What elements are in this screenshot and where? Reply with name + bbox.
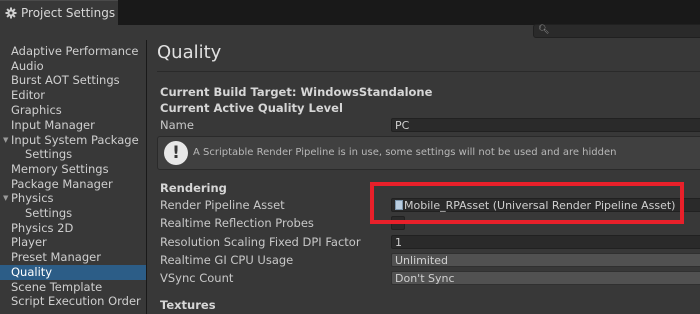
realtime-reflection-probes-label: Realtime Reflection Probes xyxy=(160,216,314,230)
sidebar-item-adaptive-performance[interactable]: Adaptive Performance xyxy=(0,44,146,59)
rendering-section-header: Rendering xyxy=(160,181,227,195)
chevron-down-icon[interactable]: ▼ xyxy=(3,133,8,148)
highlight-box xyxy=(370,182,684,224)
name-label: Name xyxy=(160,118,194,132)
sidebar-item-quality[interactable]: Quality xyxy=(0,265,146,280)
resolution-scaling-label: Resolution Scaling Fixed DPI Factor xyxy=(160,235,361,249)
title-separator xyxy=(157,71,700,72)
vsync-count-label: VSync Count xyxy=(160,271,234,285)
info-exclamation-icon: ! xyxy=(164,141,188,165)
search-input[interactable]: 🔍︎ xyxy=(533,24,700,38)
settings-panel: Quality Current Build Target: WindowsSta… xyxy=(147,40,700,314)
search-icon: 🔍︎ xyxy=(538,25,550,35)
name-field[interactable]: PC xyxy=(391,118,700,132)
sidebar-item-memory-settings[interactable]: Memory Settings xyxy=(0,162,146,177)
sidebar-item-physics-2d[interactable]: Physics 2D xyxy=(0,221,146,236)
render-pipeline-asset-label: Render Pipeline Asset xyxy=(160,198,285,212)
sidebar-item-input-system-package[interactable]: ▼ Input System Package xyxy=(0,133,146,148)
info-message-text: A Scriptable Render Pipeline is in use, … xyxy=(193,147,617,158)
sidebar-item-physics-settings[interactable]: Settings xyxy=(0,206,146,221)
project-settings-tab[interactable]: Project Settings xyxy=(0,0,118,25)
page-title: Quality xyxy=(157,42,222,63)
realtime-gi-cpu-usage-label: Realtime GI CPU Usage xyxy=(160,253,294,267)
sidebar-item-burst-aot-settings[interactable]: Burst AOT Settings xyxy=(0,73,146,88)
sidebar-item-input-manager[interactable]: Input Manager xyxy=(0,118,146,133)
vsync-count-dropdown[interactable]: Don't Sync xyxy=(391,271,700,285)
settings-sidebar: Adaptive Performance Audio Burst AOT Set… xyxy=(0,40,146,314)
sidebar-item-input-system-settings[interactable]: Settings xyxy=(0,147,146,162)
sidebar-item-package-manager[interactable]: Package Manager xyxy=(0,177,146,192)
gear-icon xyxy=(5,7,17,19)
sidebar-item-audio[interactable]: Audio xyxy=(0,59,146,74)
sidebar-item-editor[interactable]: Editor xyxy=(0,88,146,103)
tab-title: Project Settings xyxy=(21,6,116,20)
chevron-down-icon[interactable]: ▼ xyxy=(3,191,8,206)
build-target-label: Current Build Target: WindowsStandalone xyxy=(160,85,433,99)
sidebar-item-preset-manager[interactable]: Preset Manager xyxy=(0,250,146,265)
sidebar-item-player[interactable]: Player xyxy=(0,235,146,250)
sidebar-item-label: Input System Package xyxy=(11,133,139,147)
sidebar-item-script-execution-order[interactable]: Script Execution Order xyxy=(0,294,146,309)
resolution-scaling-field[interactable]: 1 xyxy=(391,235,700,249)
info-message-box: ! A Scriptable Render Pipeline is in use… xyxy=(157,136,700,170)
sidebar-item-scene-template[interactable]: Scene Template xyxy=(0,280,146,295)
active-quality-level-label: Current Active Quality Level xyxy=(160,101,343,115)
sidebar-item-physics[interactable]: ▼ Physics xyxy=(0,191,146,206)
textures-section-header: Textures xyxy=(160,298,216,312)
realtime-gi-cpu-usage-dropdown[interactable]: Unlimited xyxy=(391,253,700,267)
sidebar-item-graphics[interactable]: Graphics xyxy=(0,103,146,118)
sidebar-item-label: Physics xyxy=(11,191,54,205)
